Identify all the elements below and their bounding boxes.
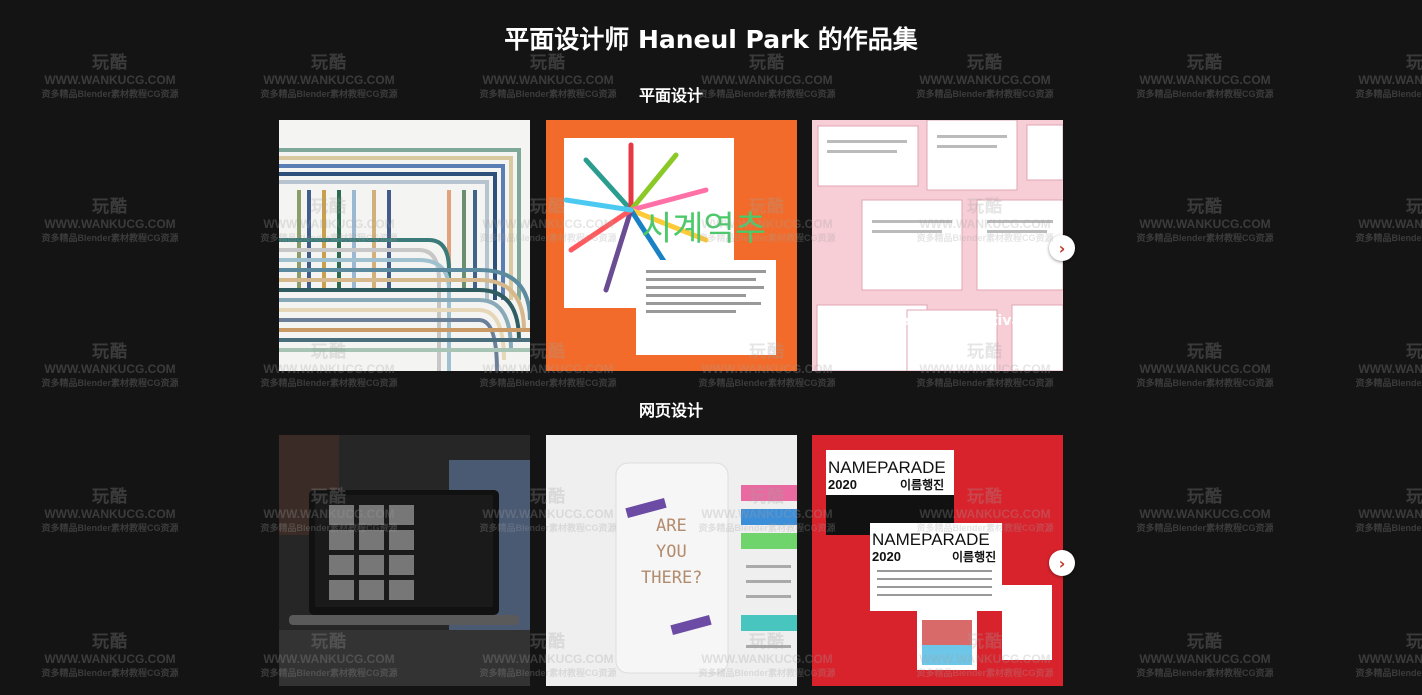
watermark: 玩酷WWW.WANKUCG.COM资多精品Blender素材教程CG资源 bbox=[41, 342, 179, 388]
watermark: 玩酷WWW.WANKUCG.COM资多精品Blender素材教程CG资源 bbox=[1136, 487, 1274, 533]
artwork-tile-laptop[interactable] bbox=[279, 435, 530, 686]
watermark: 玩酷WWW.WANKUCG.COM资多精品Blender素材教程CG资源 bbox=[41, 487, 179, 533]
watermark: 玩酷WWW.WANKUCG.COM资多精品Blender素材教程CG资源 bbox=[1136, 197, 1274, 243]
artwork-tile-festival[interactable]: 2022 SMile Music Festival bbox=[812, 120, 1063, 371]
artwork-tile-stripes[interactable] bbox=[279, 120, 530, 371]
watermark: 玩酷WWW.WANKUCG.COM资多精品Blender素材教程CG资源 bbox=[1355, 197, 1422, 243]
nameparade-year-mid: 2020 bbox=[872, 549, 901, 564]
nameparade-kor-mid: 이름행진 bbox=[952, 549, 996, 564]
section-title-graphic: 平面设计 bbox=[638, 86, 703, 105]
watermark: 玩酷WWW.WANKUCG.COM资多精品Blender素材教程CG资源 bbox=[1136, 342, 1274, 388]
phone-ui-line2: YOU bbox=[656, 542, 687, 562]
festival-title-text: 2022 SMile Music Festival bbox=[822, 313, 1026, 329]
phone-ui-line3: THERE? bbox=[641, 568, 702, 588]
nameparade-title-top: NAMEPARADE bbox=[828, 458, 946, 477]
artwork-laptop-image bbox=[279, 435, 530, 686]
watermark: 玩酷WWW.WANKUCG.COM资多精品Blender素材教程CG资源 bbox=[1355, 342, 1422, 388]
carousel-next-button-graphic[interactable]: › bbox=[1049, 235, 1075, 261]
watermark: 玩酷WWW.WANKUCG.COM资多精品Blender素材教程CG资源 bbox=[41, 197, 179, 243]
watermark: 玩酷WWW.WANKUCG.COM资多精品Blender素材教程CG资源 bbox=[1355, 487, 1422, 533]
artwork-phone-ui-image: ARE YOU THERE? bbox=[546, 435, 797, 686]
watermark: 玩酷WWW.WANKUCG.COM资多精品Blender素材教程CG资源 bbox=[1136, 632, 1274, 678]
nameparade-title-mid: NAMEPARADE bbox=[872, 530, 990, 549]
artwork-tile-nameparade[interactable]: NAMEPARADE 2020 이름행진 NAMEPARADE 2020 이름행… bbox=[812, 435, 1063, 686]
page-title: 平面设计师 Haneul Park 的作品集 bbox=[504, 25, 918, 54]
artwork-tile-radial[interactable]: 시계역추 bbox=[546, 120, 797, 371]
nameparade-kor-top: 이름행진 bbox=[900, 477, 944, 492]
carousel-next-button-web[interactable]: › bbox=[1049, 550, 1075, 576]
watermark: 玩酷WWW.WANKUCG.COM资多精品Blender素材教程CG资源 bbox=[1355, 632, 1422, 678]
nameparade-year-top: 2020 bbox=[828, 477, 857, 492]
artwork-nameparade-image: NAMEPARADE 2020 이름행진 NAMEPARADE 2020 이름행… bbox=[812, 435, 1063, 686]
phone-ui-line1: ARE bbox=[656, 516, 687, 536]
artwork-tile-phone-ui[interactable]: ARE YOU THERE? bbox=[546, 435, 797, 686]
artwork-radial-image: 시계역추 bbox=[546, 120, 797, 371]
artwork-festival-image: 2022 SMile Music Festival bbox=[812, 120, 1063, 371]
section-title-web: 网页设计 bbox=[638, 401, 703, 420]
radial-title-text: 시계역추 bbox=[641, 209, 766, 249]
watermark: 玩酷WWW.WANKUCG.COM资多精品Blender素材教程CG资源 bbox=[41, 632, 179, 678]
artwork-stripes-image bbox=[279, 120, 530, 371]
